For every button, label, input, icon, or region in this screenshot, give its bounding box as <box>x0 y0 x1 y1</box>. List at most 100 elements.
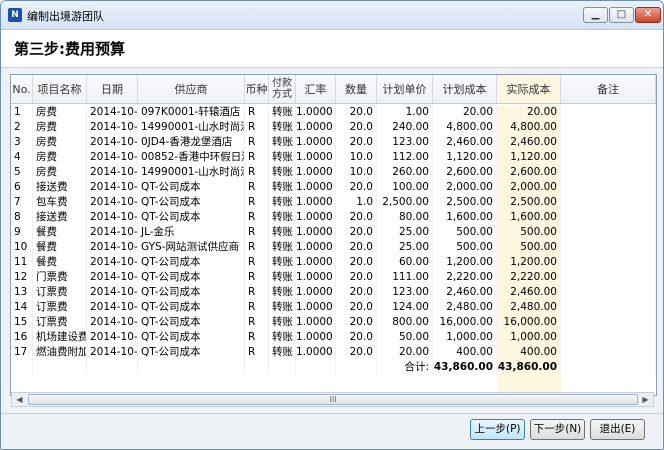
cell-quantity: 20.0 <box>336 180 377 195</box>
cell-actual-cost: 1,200.00 <box>497 255 561 270</box>
table-row[interactable]: 9餐费2014-10-15JL-金乐R转账1.000020.025.00500.… <box>11 225 656 240</box>
cell-actual-cost: 2,500.00 <box>497 195 561 210</box>
table-row[interactable]: 5房费2014-10-1514990001-山水时尚酒店IR转账1.000010… <box>11 165 656 180</box>
cell-no: 8 <box>11 210 33 225</box>
table-row[interactable]: 1房费2014-10-15097K0001-轩辕酒店R转账1.000020.01… <box>11 105 656 120</box>
table-row[interactable]: 14订票费2014-10-15QT-公司成本R转账1.000020.0124.0… <box>11 300 656 315</box>
cell-remarks <box>561 210 656 225</box>
cell-payment-method: 转账 <box>269 150 296 165</box>
table-row[interactable]: 4房费2014-10-1500852-香港中环假日酒店R转账1.000010.0… <box>11 150 656 165</box>
cell-plan-cost: 4,800.00 <box>433 120 497 135</box>
cell-exchange-rate: 1.0000 <box>296 285 336 300</box>
next-step-button[interactable]: 下一步(N) <box>530 419 585 440</box>
cell-exchange-rate: 1.0000 <box>296 255 336 270</box>
cell-date: 2014-10-15 <box>87 210 138 225</box>
cell-exchange-rate: 1.0000 <box>296 120 336 135</box>
cell-supplier: GYS-网站测试供应商 <box>138 240 245 255</box>
cell-exchange-rate: 1.0000 <box>296 195 336 210</box>
table-row[interactable]: 7包车费2014-10-15QT-公司成本R转账1.00001.02,500.0… <box>11 195 656 210</box>
total-empty-cell <box>561 360 656 375</box>
table-row[interactable]: 3房费2014-10-150JD4-香港龙堡酒店R转账1.000020.0123… <box>11 135 656 150</box>
column-header-supplier[interactable]: 供应商 <box>138 75 245 103</box>
column-header-plan-cost[interactable]: 计划成本 <box>433 75 497 103</box>
scroll-left-icon[interactable]: ◀ <box>12 393 27 406</box>
table-row[interactable]: 6接送费2014-10-15QT-公司成本R转账1.000020.0100.00… <box>11 180 656 195</box>
cell-actual-cost: 2,600.00 <box>497 165 561 180</box>
cell-currency: R <box>245 315 269 330</box>
column-header-no[interactable]: No. <box>11 75 33 103</box>
cell-currency: R <box>245 195 269 210</box>
cell-quantity: 20.0 <box>336 285 377 300</box>
cell-remarks <box>561 150 656 165</box>
column-header-date[interactable]: 日期 <box>87 75 138 103</box>
cell-actual-cost: 1,120.00 <box>497 150 561 165</box>
cell-quantity: 20.0 <box>336 240 377 255</box>
cell-no: 15 <box>11 315 33 330</box>
scroll-right-icon[interactable]: ▶ <box>638 393 653 406</box>
table-row[interactable]: 16机场建设费2014-10-15QT-公司成本R转账1.000020.050.… <box>11 330 656 345</box>
cell-exchange-rate: 1.0000 <box>296 270 336 285</box>
exit-button[interactable]: 退出(E) <box>590 419 645 440</box>
column-header-currency[interactable]: 币种 <box>245 75 269 103</box>
previous-step-button[interactable]: 上一步(P) <box>470 419 525 440</box>
cell-remarks <box>561 330 656 345</box>
cell-actual-cost: 20.00 <box>497 105 561 120</box>
table-row[interactable]: 11餐费2014-10-15QT-公司成本R转账1.000020.060.001… <box>11 255 656 270</box>
column-header-plan-unit-price[interactable]: 计划单价 <box>377 75 433 103</box>
table-row[interactable]: 12门票费2014-10-15QT-公司成本R转账1.000020.0111.0… <box>11 270 656 285</box>
total-empty-cell <box>296 360 336 375</box>
column-header-exchange-rate[interactable]: 汇率 <box>296 75 336 103</box>
cell-exchange-rate: 1.0000 <box>296 150 336 165</box>
cell-plan-cost: 2,220.00 <box>433 270 497 285</box>
table-row[interactable]: 17燃油费附加2014-10-15QT-公司成本R转账1.000020.020.… <box>11 345 656 360</box>
cell-item-name: 订票费 <box>33 315 87 330</box>
close-button[interactable]: ✕ <box>635 7 661 23</box>
cell-plan-cost: 20.00 <box>433 105 497 120</box>
minimize-button[interactable]: ▁ <box>583 7 608 23</box>
scrollbar-thumb[interactable]: III <box>28 394 638 405</box>
cell-payment-method: 转账 <box>269 330 296 345</box>
title-bar[interactable]: N 编制出境游团队 ▁ □ ✕ <box>1 1 663 30</box>
total-actual-cost: 43,860.00 <box>497 360 561 375</box>
cell-plan-cost: 2,600.00 <box>433 165 497 180</box>
app-window: N 编制出境游团队 ▁ □ ✕ 第三步:费用预算 No. 项目名称 日期 供应商 币种付… <box>0 0 664 450</box>
cell-remarks <box>561 120 656 135</box>
table-row[interactable]: 10餐费2014-10-15GYS-网站测试供应商R转账1.000020.025… <box>11 240 656 255</box>
cell-item-name: 房费 <box>33 150 87 165</box>
cell-date: 2014-10-15 <box>87 255 138 270</box>
cell-actual-cost: 1,600.00 <box>497 210 561 225</box>
column-header-actual-cost[interactable]: 实际成本 <box>497 75 561 103</box>
cell-no: 10 <box>11 240 33 255</box>
total-plan-cost: 43,860.00 <box>433 360 497 375</box>
column-header-payment-method[interactable]: 付款方式 <box>269 75 296 103</box>
cell-currency: R <box>245 120 269 135</box>
cell-exchange-rate: 1.0000 <box>296 240 336 255</box>
cell-remarks <box>561 270 656 285</box>
column-header-remarks[interactable]: 备注 <box>561 75 656 103</box>
maximize-button[interactable]: □ <box>609 7 634 23</box>
cell-supplier: 0JD4-香港龙堡酒店 <box>138 135 245 150</box>
table-row[interactable]: 2房费2014-10-1514990001-山水时尚酒店IR转账1.000020… <box>11 120 656 135</box>
cell-plan-cost: 2,460.00 <box>433 135 497 150</box>
cell-supplier: QT-公司成本 <box>138 270 245 285</box>
horizontal-scrollbar[interactable]: ◀ III ▶ <box>11 392 654 407</box>
table-row[interactable]: 8接送费2014-10-15QT-公司成本R转账1.000020.080.001… <box>11 210 656 225</box>
cell-payment-method: 转账 <box>269 120 296 135</box>
total-empty-cell <box>87 360 138 375</box>
cell-actual-cost: 1,000.00 <box>497 330 561 345</box>
total-label: 合计: <box>377 360 433 375</box>
app-icon: N <box>8 8 22 22</box>
cell-currency: R <box>245 270 269 285</box>
cell-quantity: 10.0 <box>336 150 377 165</box>
budget-table[interactable]: No. 项目名称 日期 供应商 币种 付款方式 汇率 数量 计划单价 计划成本 实际成本 备注 1 房费… <box>10 74 657 396</box>
column-header-item-name[interactable]: 项目名称 <box>33 75 87 103</box>
table-row[interactable]: 15订票费2014-10-15QT-公司成本R转账1.000020.0800.0… <box>11 315 656 330</box>
cell-plan-unit-price: 1.00 <box>377 105 433 120</box>
cell-remarks <box>561 315 656 330</box>
column-header-quantity[interactable]: 数量 <box>336 75 377 103</box>
cell-item-name: 订票费 <box>33 300 87 315</box>
cell-payment-method: 转账 <box>269 105 296 120</box>
cell-currency: R <box>245 345 269 360</box>
table-row[interactable]: 13订票费2014-10-15QT-公司成本R转账1.000020.0123.0… <box>11 285 656 300</box>
cell-no: 11 <box>11 255 33 270</box>
